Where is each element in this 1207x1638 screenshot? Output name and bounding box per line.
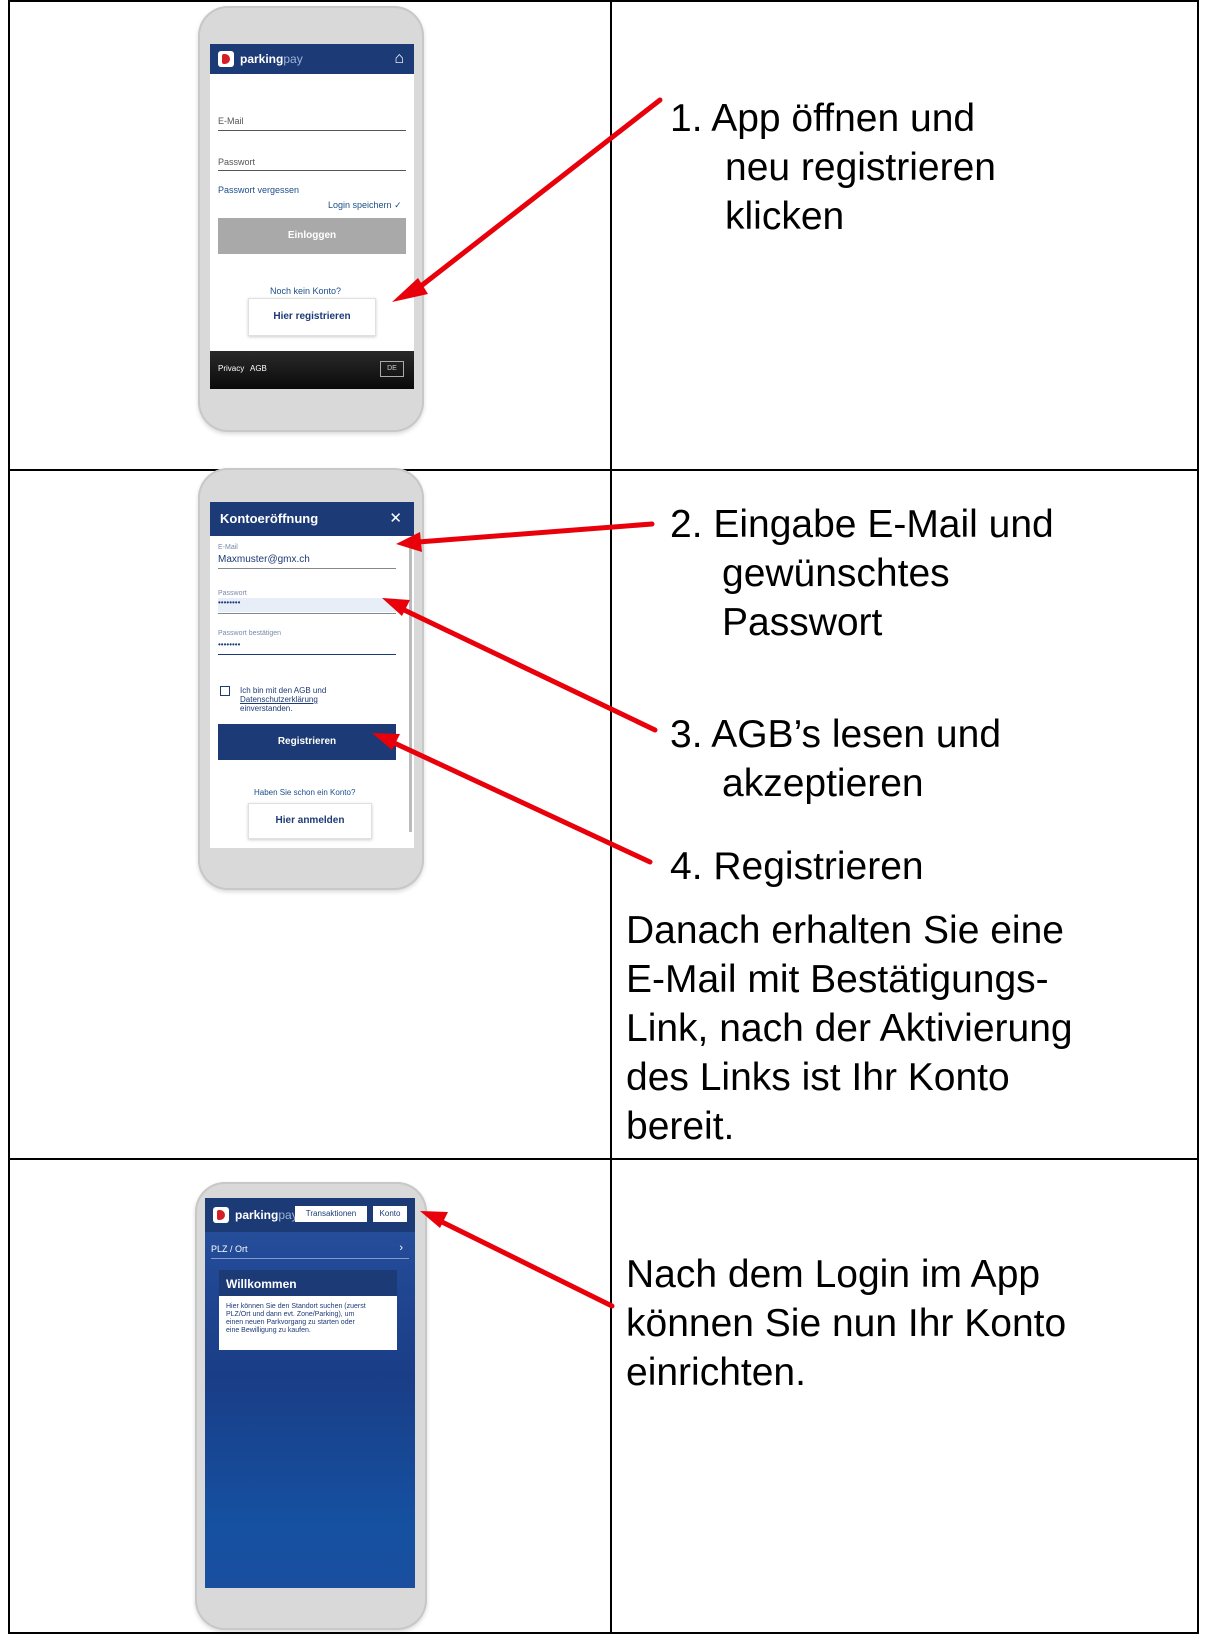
arrow-to-account-tab [420,1211,615,1309]
arrow-to-register-button [392,97,663,302]
arrow-to-register-submit [372,733,653,865]
arrow-to-password-field [382,598,658,733]
annotation-arrows [372,97,663,1309]
arrow-to-email-field [396,521,655,552]
